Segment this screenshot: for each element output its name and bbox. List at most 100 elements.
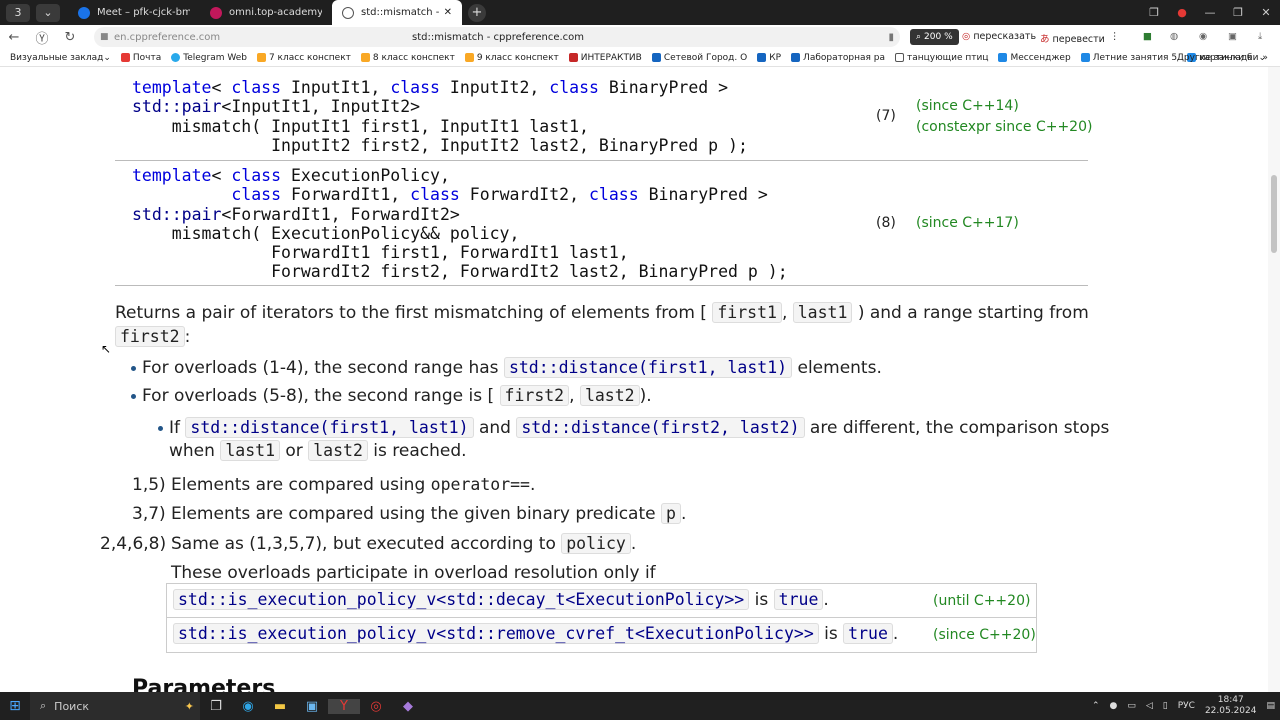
bookmark-item[interactable]: 7 класс конспект — [256, 53, 351, 63]
bookmark-item[interactable]: Лабораторная ра — [791, 53, 885, 63]
omni-icon — [210, 6, 222, 19]
condition-row: std::is_execution_policy_v<std::decay_t<… — [167, 584, 1036, 618]
folder-icon — [464, 53, 474, 62]
edge-icon[interactable]: ◉ — [232, 699, 264, 714]
url-field[interactable]: ■ en.cppreference.com std::mismatch - cp… — [94, 27, 900, 47]
microphone-icon[interactable]: ● — [1110, 701, 1118, 711]
bookmark-item[interactable]: Сетевой Город. О — [651, 53, 747, 63]
bookmark-item[interactable]: ИНТЕРАКТИВ — [568, 53, 642, 63]
reload-icon[interactable]: ↻ — [56, 30, 84, 45]
retell-icon: ◎ — [962, 31, 971, 42]
bookmark-item[interactable]: танцующие птиц — [894, 53, 988, 63]
overload-7-since: (since C++14) — [916, 98, 1019, 114]
translate-button[interactable]: あ перевести — [1040, 31, 1105, 45]
battery-icon[interactable]: ▯ — [1163, 701, 1168, 711]
restore-icon[interactable]: ❐ — [1224, 6, 1252, 19]
condition-table: std::is_execution_policy_v<std::decay_t<… — [166, 583, 1037, 653]
bullet-overloads-1-4: For overloads (1-4), the second range ha… — [142, 357, 882, 378]
divider — [115, 285, 1088, 286]
address-bar: ← Ⓨ ↻ ■ en.cppreference.com std::mismatc… — [0, 25, 1280, 49]
doc-icon — [894, 53, 904, 62]
globe-icon[interactable]: ◍ — [1170, 31, 1178, 42]
folder-icon — [256, 53, 266, 62]
page-content: template< class InputIt1, class InputIt2… — [0, 67, 1268, 692]
item-3-7: Elements are compared using the given bi… — [171, 503, 687, 524]
telegram-icon — [171, 53, 181, 62]
condition-expr: std::is_execution_policy_v<std::remove_c… — [173, 623, 898, 644]
more-icon[interactable]: ⋮ — [1110, 31, 1120, 42]
close-tab-icon[interactable]: ✕ — [444, 7, 452, 18]
overload-7-constexpr: (constexpr since C++20) — [916, 119, 1093, 135]
back-icon[interactable]: ← — [0, 30, 28, 45]
tab-cppreference[interactable]: std::mismatch - cppreference ✕ — [332, 0, 462, 25]
collections-icon[interactable]: ▣ — [1228, 31, 1237, 42]
tab-counter[interactable]: 3 — [6, 3, 30, 22]
retell-button[interactable]: ◎ пересказать — [962, 31, 1036, 42]
bookmark-item[interactable]: 8 класс конспект — [360, 53, 455, 63]
zoom-badge[interactable]: ⌕ 200 % — [910, 29, 959, 45]
windows-start-icon[interactable]: ⊞ — [0, 698, 30, 714]
downloads-icon[interactable]: ⤓ — [1258, 31, 1262, 42]
overload-7-declaration: template< class InputIt1, class InputIt2… — [132, 78, 748, 155]
lock-icon: ■ — [100, 32, 109, 42]
new-tab-button[interactable]: + — [468, 3, 486, 22]
app-icon[interactable]: ◎ — [360, 699, 392, 714]
vk-icon — [998, 53, 1008, 62]
language-indicator[interactable]: РУС — [1178, 701, 1195, 711]
scrollbar-thumb[interactable] — [1271, 175, 1277, 253]
tray-chevron-icon[interactable]: ⌃ — [1092, 701, 1100, 711]
browser-tab-bar: 3 ⌄ Meet – pfk-cjck-bma omni.top-academy… — [0, 0, 1280, 25]
clock[interactable]: 18:47 22.05.2024 — [1205, 695, 1257, 717]
interactive-icon — [568, 53, 578, 62]
condition-expr: std::is_execution_policy_v<std::decay_t<… — [173, 589, 829, 610]
tabs-icon[interactable]: ❐ — [1140, 6, 1168, 19]
notifications-icon[interactable]: ● — [1168, 6, 1196, 19]
alice-icon[interactable]: ◉ — [1199, 31, 1207, 42]
bullet-icon — [131, 366, 136, 371]
since-cpp20: (since C++20) — [933, 627, 1036, 643]
bookmark-item[interactable]: Мессенджер — [998, 53, 1071, 63]
speaker-icon[interactable]: ◁ — [1146, 701, 1153, 711]
description-line-1: Returns a pair of iterators to the first… — [115, 302, 1089, 323]
folder-icon — [360, 53, 370, 62]
item-1-5: Elements are compared using operator==. — [171, 475, 536, 495]
extension-icon[interactable]: ■ — [1143, 31, 1152, 42]
meet-icon — [78, 6, 90, 19]
item-2-4-6-8: Same as (1,3,5,7), but executed accordin… — [171, 533, 637, 554]
tab-meet[interactable]: Meet – pfk-cjck-bma — [68, 0, 200, 25]
yandex-icon[interactable]: Ⓨ — [28, 28, 56, 47]
bullet-icon — [158, 426, 163, 431]
store-icon[interactable]: ▣ — [296, 699, 328, 714]
condition-row: std::is_execution_policy_v<std::remove_c… — [167, 618, 1036, 652]
visual-studio-icon[interactable]: ◆ — [392, 699, 424, 714]
bookmark-icon[interactable]: ▮ — [888, 32, 894, 43]
bookmark-item[interactable]: Почта — [120, 53, 161, 63]
yandex-browser-icon[interactable]: Y — [328, 698, 360, 714]
item-number: 3,7) — [132, 504, 166, 524]
network-icon[interactable]: ▭ — [1127, 701, 1136, 711]
explorer-icon[interactable]: ▬ — [264, 699, 296, 714]
overload-8-since: (since C++17) — [916, 215, 1019, 231]
window-controls: ❐ ● — ❐ ✕ — [1140, 0, 1280, 25]
search-icon: ⌕ — [40, 699, 47, 712]
system-tray: ⌃ ● ▭ ◁ ▯ РУС 18:47 22.05.2024 ▤ — [1087, 692, 1280, 720]
bookmark-item[interactable]: 9 класс конспект — [464, 53, 559, 63]
bookmark-item[interactable]: Летние занятия 5 — [1080, 53, 1177, 63]
task-view-icon[interactable]: ❐ — [200, 699, 232, 714]
other-bookmarks[interactable]: Другие закладки ⌄ — [1177, 53, 1266, 63]
visual-bookmarks[interactable]: Визуальные заклад ⌄ — [10, 53, 111, 63]
taskbar-search[interactable]: ⌕ Поиск ✦ — [30, 692, 200, 720]
divider — [115, 160, 1088, 161]
item-number: 2,4,6,8) — [100, 534, 167, 554]
bullet-icon — [131, 394, 136, 399]
page-icon — [757, 53, 767, 62]
notification-center-icon[interactable]: ▤ — [1266, 701, 1275, 711]
close-window-icon[interactable]: ✕ — [1252, 6, 1280, 19]
parameters-heading: Parameters — [132, 676, 276, 692]
bookmark-item[interactable]: КР — [757, 53, 781, 63]
minimize-icon[interactable]: — — [1196, 6, 1224, 19]
tab-menu-chevron-icon[interactable]: ⌄ — [36, 3, 60, 22]
scrollbar[interactable] — [1268, 67, 1280, 692]
tab-omni[interactable]: omni.top-academy.ru/#/p — [200, 0, 332, 25]
bookmark-item[interactable]: Telegram Web — [171, 53, 247, 63]
